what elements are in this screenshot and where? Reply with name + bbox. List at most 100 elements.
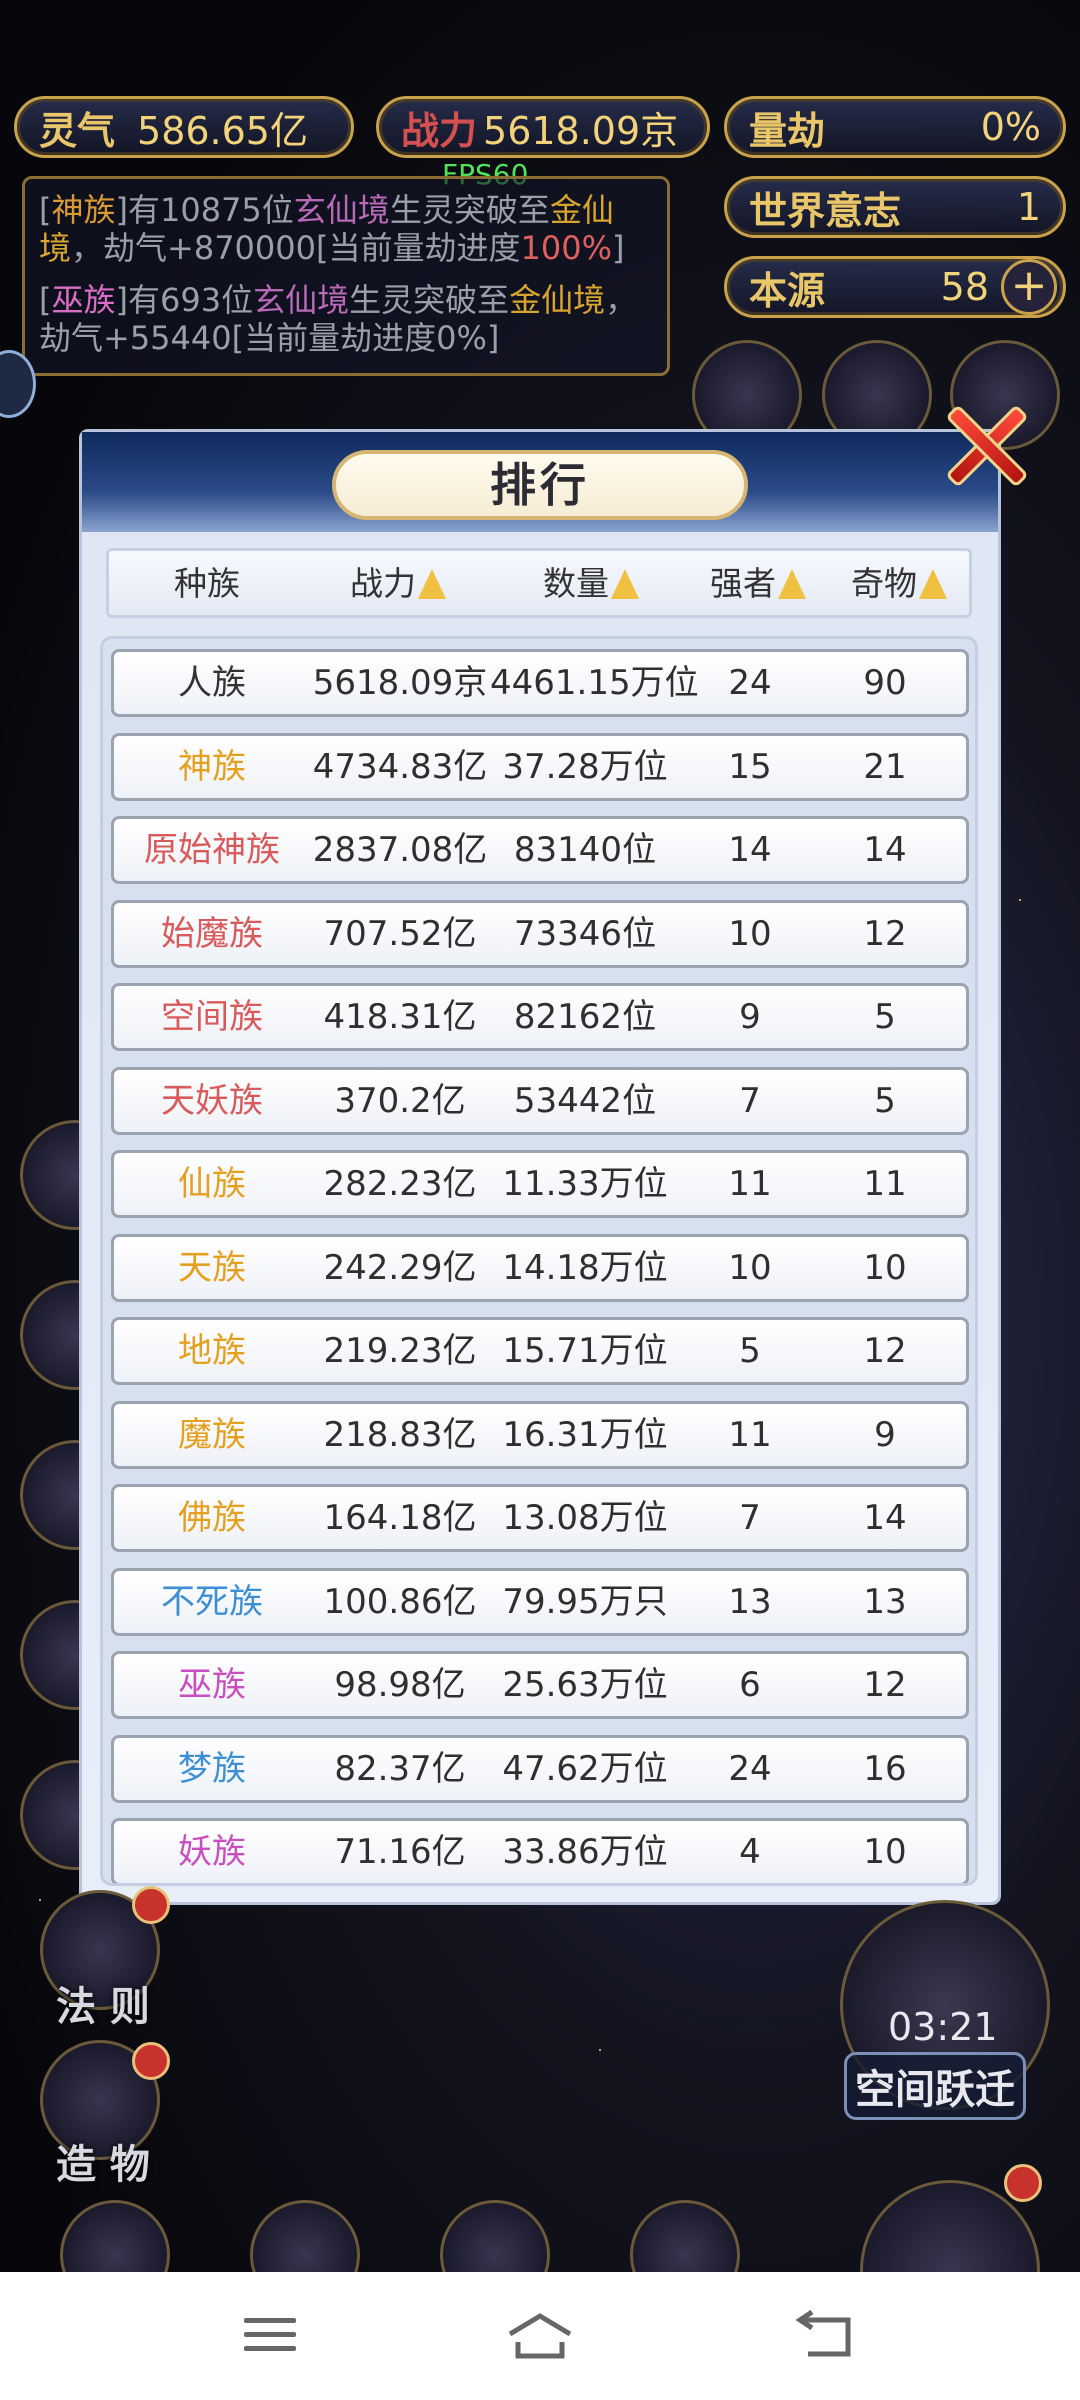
strong-value: 9 bbox=[739, 997, 761, 1037]
ranking-dialog: 排行 种族 战力 数量 强者 奇物 人族 5618.09京 4461.15万位 24 9… bbox=[82, 432, 998, 1902]
power-value: 219.23亿 bbox=[323, 1331, 477, 1371]
sort-arrow-icon bbox=[919, 569, 947, 599]
treasure-value: 10 bbox=[863, 1832, 907, 1872]
strong-value: 10 bbox=[728, 913, 772, 954]
ranking-row[interactable]: 原始神族 2837.08亿 83140位 14 14 bbox=[111, 816, 969, 884]
race-name: 地族 bbox=[178, 1331, 246, 1371]
count-value: 11.33万位 bbox=[502, 1164, 668, 1204]
lingqi-stat[interactable]: 灵气 586.65亿 bbox=[14, 96, 354, 158]
log-entry: [神族]有10875位玄仙境生灵突破至金仙境，劫气+870000[当前量劫进度1… bbox=[39, 191, 625, 267]
race-name: 妖族 bbox=[178, 1832, 246, 1872]
home-icon[interactable] bbox=[504, 2308, 572, 2364]
count-value: 4461.15万位 bbox=[490, 663, 699, 703]
treasure-value: 10 bbox=[863, 1247, 907, 1288]
shijie-stat[interactable]: 世界意志 1 bbox=[724, 176, 1066, 238]
log-race: 巫族 bbox=[51, 281, 116, 319]
lingqi-value: 586.65亿 bbox=[137, 108, 308, 153]
ranking-row[interactable]: 天族 242.29亿 14.18万位 10 10 bbox=[111, 1233, 969, 1302]
power-value: 100.86亿 bbox=[323, 1581, 477, 1622]
race-name: 巫族 bbox=[178, 1665, 246, 1705]
ranking-row[interactable]: 妖族 71.16亿 33.86万位 4 10 bbox=[111, 1818, 969, 1883]
treasure-value: 12 bbox=[863, 913, 907, 954]
treasure-value: 13 bbox=[863, 1581, 907, 1622]
power-value: 98.98亿 bbox=[334, 1665, 466, 1705]
strong-value: 14 bbox=[728, 830, 772, 870]
count-value: 47.62万位 bbox=[502, 1748, 668, 1789]
space-jump-label[interactable]: 空间跃迁 bbox=[844, 2052, 1026, 2120]
count-value: 33.86万位 bbox=[502, 1832, 668, 1872]
benyuan-stat[interactable]: 本源 58 + bbox=[724, 256, 1066, 318]
zhanli-label: 战力 bbox=[401, 108, 478, 153]
strong-value: 11 bbox=[728, 1414, 772, 1455]
race-name: 始魔族 bbox=[161, 913, 263, 954]
notification-dot bbox=[132, 2042, 170, 2080]
header-treasure-sort[interactable]: 奇物 bbox=[825, 551, 973, 621]
benyuan-plus-button[interactable]: + bbox=[1001, 259, 1057, 315]
ranking-row[interactable]: 巫族 98.98亿 25.63万位 6 12 bbox=[111, 1651, 969, 1719]
race-name: 天妖族 bbox=[161, 1080, 263, 1121]
ranking-list[interactable]: 人族 5618.09京 4461.15万位 24 90 神族 4734.83亿 37.28万位… bbox=[100, 636, 978, 1886]
ranking-row[interactable]: 地族 219.23亿 15.71万位 5 12 bbox=[111, 1317, 969, 1385]
ranking-row[interactable]: 空间族 418.31亿 82162位 9 5 bbox=[111, 983, 969, 1051]
dialog-header: 排行 bbox=[82, 432, 998, 532]
close-button[interactable] bbox=[940, 396, 1032, 488]
power-value: 164.18亿 bbox=[323, 1498, 477, 1538]
back-icon[interactable] bbox=[790, 2308, 854, 2364]
ranking-row[interactable]: 人族 5618.09京 4461.15万位 24 90 bbox=[111, 649, 969, 717]
menu-icon[interactable] bbox=[238, 2308, 302, 2364]
header-power-sort[interactable]: 战力 bbox=[305, 551, 491, 621]
header-race: 种族 bbox=[174, 564, 240, 603]
liangjie-stat[interactable]: 量劫 0% bbox=[724, 96, 1066, 158]
strong-value: 10 bbox=[728, 1247, 772, 1288]
count-value: 53442位 bbox=[513, 1080, 657, 1121]
notification-dot bbox=[1004, 2164, 1042, 2202]
strong-value: 13 bbox=[728, 1581, 772, 1622]
power-value: 218.83亿 bbox=[323, 1414, 477, 1455]
ranking-row[interactable]: 梦族 82.37亿 47.62万位 24 16 bbox=[111, 1734, 969, 1803]
ranking-row[interactable]: 不死族 100.86亿 79.95万只 13 13 bbox=[111, 1567, 969, 1636]
treasure-value: 11 bbox=[863, 1164, 907, 1204]
strong-value: 5 bbox=[739, 1331, 761, 1371]
ranking-row[interactable]: 佛族 164.18亿 13.08万位 7 14 bbox=[111, 1484, 969, 1552]
treasure-value: 16 bbox=[863, 1748, 907, 1789]
treasure-value: 14 bbox=[863, 830, 907, 870]
ranking-row[interactable]: 仙族 282.23亿 11.33万位 11 11 bbox=[111, 1150, 969, 1218]
zhanli-value: 5618.09京 bbox=[483, 108, 679, 153]
power-value: 282.23亿 bbox=[323, 1164, 477, 1204]
power-value: 707.52亿 bbox=[323, 913, 477, 954]
sort-arrow-icon bbox=[778, 569, 806, 599]
ranking-row[interactable]: 魔族 218.83亿 16.31万位 11 9 bbox=[111, 1400, 969, 1469]
liangjie-value: 0% bbox=[980, 105, 1041, 149]
race-name: 空间族 bbox=[161, 997, 263, 1037]
sort-arrow-icon bbox=[611, 569, 639, 599]
zhanli-stat[interactable]: 战力 5618.09京 bbox=[376, 96, 710, 158]
creation-button-label[interactable]: 造 物 bbox=[56, 2132, 150, 2190]
benyuan-label: 本源 bbox=[749, 268, 826, 313]
benyuan-value: 58 bbox=[940, 265, 989, 309]
count-value: 13.08万位 bbox=[502, 1498, 668, 1538]
race-name: 佛族 bbox=[178, 1498, 246, 1538]
count-value: 73346位 bbox=[513, 913, 657, 954]
header-strong-sort[interactable]: 强者 bbox=[691, 551, 825, 621]
table-header: 种族 战力 数量 强者 奇物 bbox=[106, 548, 972, 618]
ranking-row[interactable]: 天妖族 370.2亿 53442位 7 5 bbox=[111, 1066, 969, 1135]
ranking-row[interactable]: 神族 4734.83亿 37.28万位 15 21 bbox=[111, 732, 969, 801]
race-name: 天族 bbox=[178, 1247, 246, 1288]
ranking-row[interactable]: 始魔族 707.52亿 73346位 10 12 bbox=[111, 899, 969, 968]
power-value: 418.31亿 bbox=[323, 997, 477, 1037]
sort-arrow-icon bbox=[418, 569, 446, 599]
log-race: 神族 bbox=[51, 191, 116, 229]
space-jump-timer: 03:21 bbox=[888, 2005, 998, 2049]
treasure-value: 14 bbox=[863, 1498, 907, 1538]
race-name: 不死族 bbox=[161, 1581, 263, 1622]
strong-value: 24 bbox=[728, 663, 772, 703]
count-value: 25.63万位 bbox=[502, 1665, 668, 1705]
treasure-value: 90 bbox=[863, 663, 907, 703]
notification-dot bbox=[132, 1886, 170, 1924]
law-button-label[interactable]: 法 则 bbox=[56, 1974, 150, 2032]
power-value: 82.37亿 bbox=[334, 1748, 466, 1789]
system-navbar bbox=[0, 2272, 1080, 2400]
race-name: 仙族 bbox=[178, 1164, 246, 1204]
power-value: 370.2亿 bbox=[334, 1080, 466, 1121]
header-count-sort[interactable]: 数量 bbox=[491, 551, 691, 621]
